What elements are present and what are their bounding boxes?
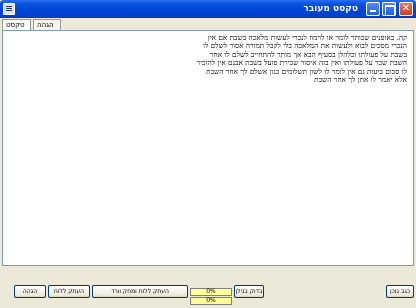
progress-bar-primary: 0% (190, 288, 232, 296)
proofread-button[interactable]: הגהה (14, 285, 46, 298)
text-line: לו סכום ביעות גם אין לומר לו לשון תשלומי… (206, 67, 407, 76)
maximize-button[interactable] (382, 2, 396, 16)
text-line: השבת שכר על פעולתו ואין בזה איסור שכירת … (196, 59, 407, 68)
window-title: טקסט מעובר (303, 4, 358, 14)
document-text-area[interactable]: קה. באופנים שכותר לומר או לרמוז לנכרי לע… (2, 30, 414, 266)
close-button[interactable]: ✕ (399, 2, 413, 16)
app-window: טקסט מעובר ✕ טקסט הגהה קה. באופנים שכותר… (0, 0, 416, 308)
pages-button[interactable]: כגב גוכן (386, 285, 414, 298)
text-line: הנכרי מסכים לבוא ולעשות את המלאכה בלי לק… (203, 42, 407, 51)
text-line: בשבת על פעולתו וכלהלן בסעיף הבא אך מותר … (209, 50, 407, 59)
tab-text[interactable]: טקסט (2, 19, 31, 30)
text-line: אלא יאמר לו אתן לך אחר השבת (314, 76, 407, 85)
progress-bar-secondary: 0% (190, 297, 232, 305)
copy-to-clipboard-button[interactable]: העתק ללוח (48, 285, 90, 298)
minimize-button[interactable] (366, 2, 380, 16)
check-button[interactable]: בדוק בגילן (234, 285, 264, 298)
title-bar[interactable]: טקסט מעובר ✕ (0, 0, 416, 18)
text-line: קה. באופנים שכותר לומר או לרמוז לנכרי לע… (207, 34, 407, 42)
system-menu-icon[interactable] (3, 3, 15, 15)
document-text: קה. באופנים שכותר לומר או לרמוז לנכרי לע… (9, 34, 407, 84)
tab-proofread[interactable]: הגהה (33, 19, 61, 30)
copy-and-delete-button[interactable]: העתק ללוח ומחק וורד (92, 285, 188, 298)
